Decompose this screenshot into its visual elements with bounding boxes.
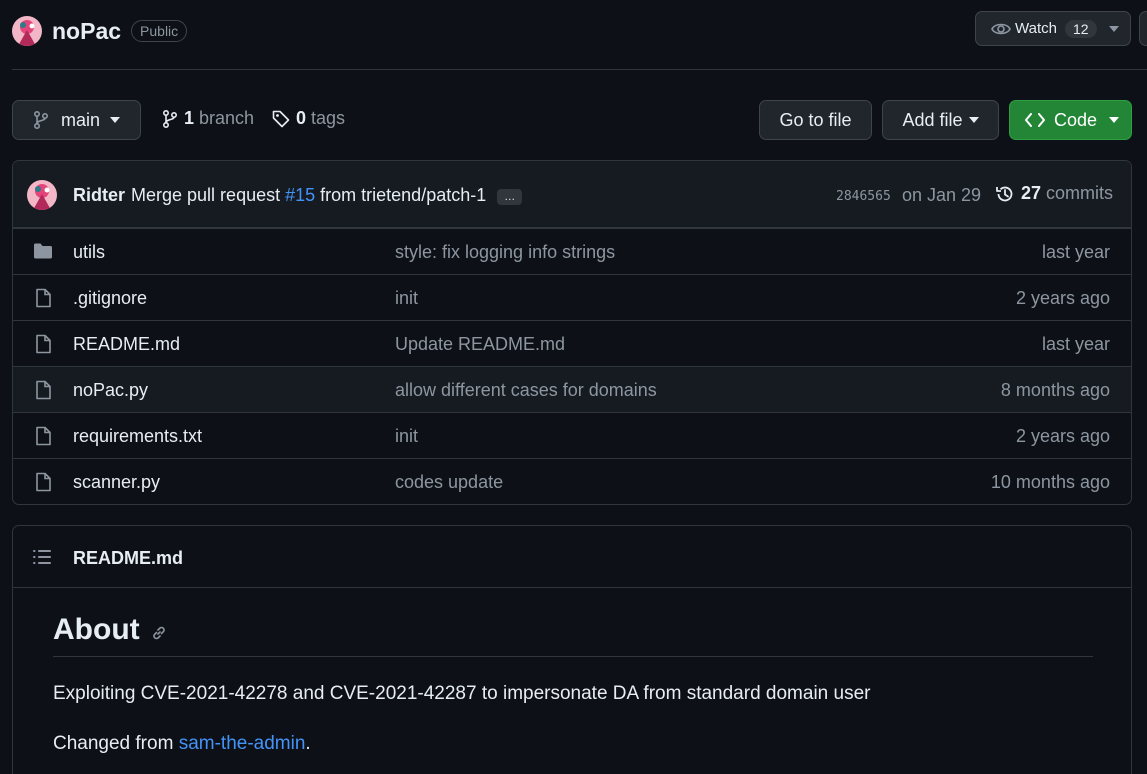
branch-count: 1 [184, 108, 195, 128]
commit-message: Ridter Merge pull request #15 from triet… [73, 185, 523, 206]
file-age: last year [1041, 334, 1110, 354]
commit-author-avatar[interactable] [27, 180, 57, 210]
caret-down-icon [1108, 25, 1119, 32]
branch-selector[interactable]: main [12, 100, 141, 140]
tag-icon [272, 110, 290, 128]
fork-button-partial[interactable] [1139, 11, 1147, 46]
commit-date: on Jan 29 [902, 185, 982, 205]
readme-content: About Exploiting CVE-2021-42278 and CVE-… [53, 612, 1093, 755]
changed-suffix: . [305, 733, 311, 754]
repo-name[interactable]: noPac [52, 18, 121, 45]
file-commit-message[interactable]: init [395, 288, 418, 309]
file-age: last year [1041, 242, 1110, 262]
owner-avatar[interactable] [12, 16, 42, 46]
file-age: 10 months ago [990, 472, 1110, 492]
add-file-label: Add file [902, 109, 963, 130]
file-age: 2 years ago [1015, 426, 1110, 446]
file-commit-message[interactable]: style: fix logging info strings [395, 242, 615, 263]
latest-commit-bar: Ridter Merge pull request #15 from triet… [13, 161, 1131, 228]
tag-count: 0 [296, 108, 307, 128]
caret-down-icon [1109, 117, 1120, 123]
file-name[interactable]: scanner.py [73, 472, 160, 493]
file-row[interactable]: requirements.txt init 2 years ago [13, 412, 1131, 458]
go-to-file-button[interactable]: Go to file [759, 100, 872, 140]
commit-sha[interactable]: 2846565 [836, 189, 891, 204]
history-icon [995, 184, 1015, 204]
expand-commit-message-button[interactable]: … [497, 188, 523, 205]
folder-icon [33, 242, 53, 260]
file-row[interactable]: utils style: fix logging info strings la… [13, 228, 1131, 274]
commits-label: commits [1046, 183, 1114, 203]
file-browser: Ridter Merge pull request #15 from triet… [12, 160, 1132, 505]
sam-the-admin-link[interactable]: sam-the-admin [179, 733, 306, 754]
watch-button[interactable]: Watch 12 [975, 11, 1131, 46]
eye-icon [991, 21, 1011, 37]
commit-count: 27 [1021, 183, 1042, 203]
file-icon [33, 472, 53, 492]
header-divider [12, 69, 1147, 70]
tag-label: tags [311, 108, 346, 128]
file-row[interactable]: .gitignore init 2 years ago [13, 274, 1131, 320]
file-commit-message[interactable]: allow different cases for domains [395, 380, 657, 401]
readme-panel: README.md About Exploiting CVE-2021-4227… [12, 525, 1132, 774]
repo-header: noPac Public [12, 14, 188, 48]
commit-message-prefix[interactable]: Merge pull request [131, 185, 280, 206]
file-name[interactable]: requirements.txt [73, 426, 202, 447]
pull-request-link[interactable]: #15 [285, 185, 315, 206]
caret-down-icon [110, 117, 121, 123]
readme-heading: About [53, 612, 1093, 648]
readme-title[interactable]: README.md [73, 548, 183, 569]
code-icon [1025, 113, 1045, 127]
add-file-button[interactable]: Add file [882, 100, 999, 140]
changed-prefix: Changed from [53, 733, 174, 754]
git-branch-icon [162, 109, 178, 128]
watch-count: 12 [1064, 19, 1097, 38]
readme-paragraph: Exploiting CVE-2021-42278 and CVE-2021-4… [53, 683, 871, 704]
branches-link[interactable]: 1 branch [162, 108, 254, 129]
readme-heading-text: About [53, 613, 140, 646]
commits-link[interactable]: 27 commits [995, 183, 1113, 204]
code-button[interactable]: Code [1009, 100, 1132, 140]
file-icon [33, 426, 53, 446]
readme-changed-from: Changed from sam-the-admin. [53, 733, 1093, 755]
commit-author[interactable]: Ridter [73, 185, 125, 206]
code-label: Code [1054, 109, 1098, 130]
caret-down-icon [968, 117, 979, 123]
readme-header: README.md [13, 526, 1131, 588]
file-row[interactable]: noPac.py allow different cases for domai… [13, 366, 1131, 412]
file-commit-message[interactable]: codes update [395, 472, 503, 493]
git-branch-icon [33, 111, 49, 129]
watch-label: Watch [1015, 20, 1057, 37]
file-age: 2 years ago [1015, 288, 1110, 308]
link-icon[interactable] [150, 624, 168, 642]
file-commit-message[interactable]: init [395, 426, 418, 447]
heading-divider [53, 656, 1093, 657]
file-row[interactable]: scanner.py codes update 10 months ago [13, 458, 1131, 504]
table-of-contents-icon[interactable] [33, 548, 53, 566]
visibility-badge: Public [131, 20, 188, 42]
commit-message-suffix[interactable]: from trietend/patch-1 [320, 185, 486, 206]
tags-link[interactable]: 0 tags [272, 108, 345, 129]
branch-name: main [61, 109, 101, 130]
file-icon [33, 334, 53, 354]
file-name[interactable]: .gitignore [73, 288, 147, 309]
file-name[interactable]: noPac.py [73, 380, 148, 401]
file-name[interactable]: utils [73, 242, 105, 263]
file-name[interactable]: README.md [73, 334, 180, 355]
file-age: 8 months ago [1000, 380, 1110, 400]
file-row[interactable]: README.md Update README.md last year [13, 320, 1131, 366]
file-commit-message[interactable]: Update README.md [395, 334, 565, 355]
file-icon [33, 288, 53, 308]
branch-label: branch [199, 108, 255, 128]
file-icon [33, 380, 53, 400]
